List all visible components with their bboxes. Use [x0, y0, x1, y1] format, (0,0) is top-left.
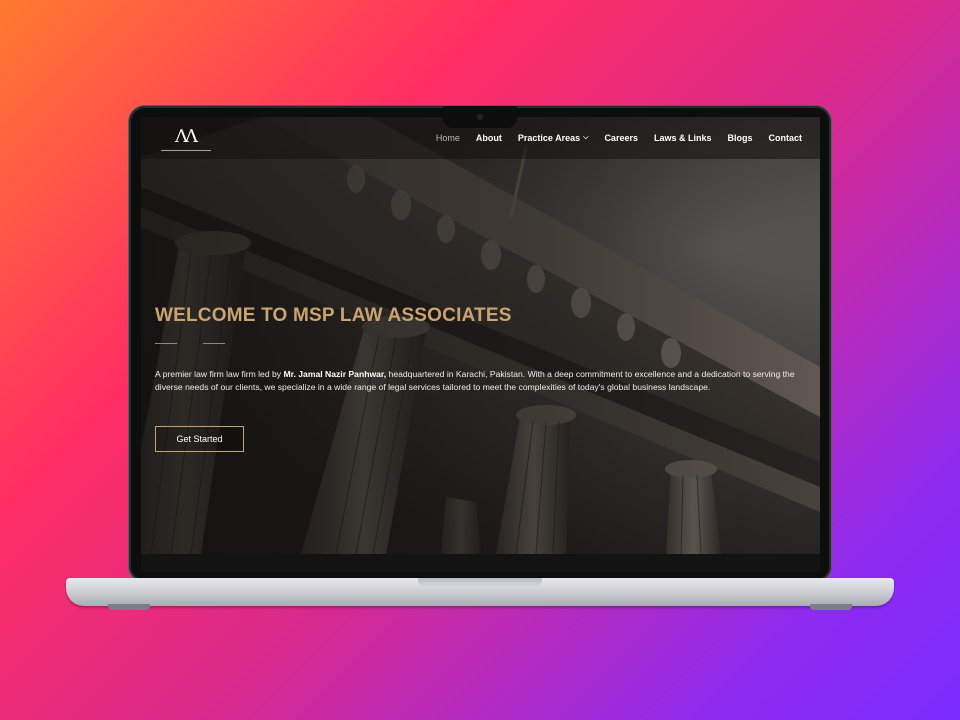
nav-item-about[interactable]: About — [468, 133, 510, 143]
laptop-opening-notch — [418, 578, 542, 588]
website-screen: ΛΛ Home About Practice Areas ⌵ Careers L… — [141, 117, 820, 554]
hero-description: A premier law firm law firm led by Mr. J… — [155, 369, 795, 392]
hero-background — [141, 117, 820, 554]
nav-item-contact[interactable]: Contact — [761, 133, 811, 143]
chevron-down-icon: ⌵ — [583, 134, 589, 141]
get-started-button[interactable]: Get Started — [155, 426, 244, 452]
nav-item-practice-areas[interactable]: Practice Areas ⌵ — [510, 133, 597, 143]
camera-notch — [443, 106, 517, 128]
hero-title: WELCOME TO MSP LAW ASSOCIATES — [155, 305, 512, 326]
nav-item-laws-links[interactable]: Laws & Links — [646, 133, 720, 143]
nav-item-label: Practice Areas — [517, 133, 581, 143]
title-divider-left — [155, 343, 177, 344]
laptop-foot-left — [108, 604, 150, 610]
nav-item-home[interactable]: Home — [428, 133, 468, 143]
title-divider-right — [203, 343, 225, 344]
screen-bottom-bezel — [141, 554, 820, 572]
nav-item-blogs[interactable]: Blogs — [719, 133, 760, 143]
msp-law-logo-icon[interactable]: ΛΛ — [161, 126, 211, 152]
founder-name: Mr. Jamal Nazir Panhwar, — [283, 369, 387, 379]
nav-item-careers[interactable]: Careers — [596, 133, 646, 143]
laptop-foot-right — [810, 604, 852, 610]
